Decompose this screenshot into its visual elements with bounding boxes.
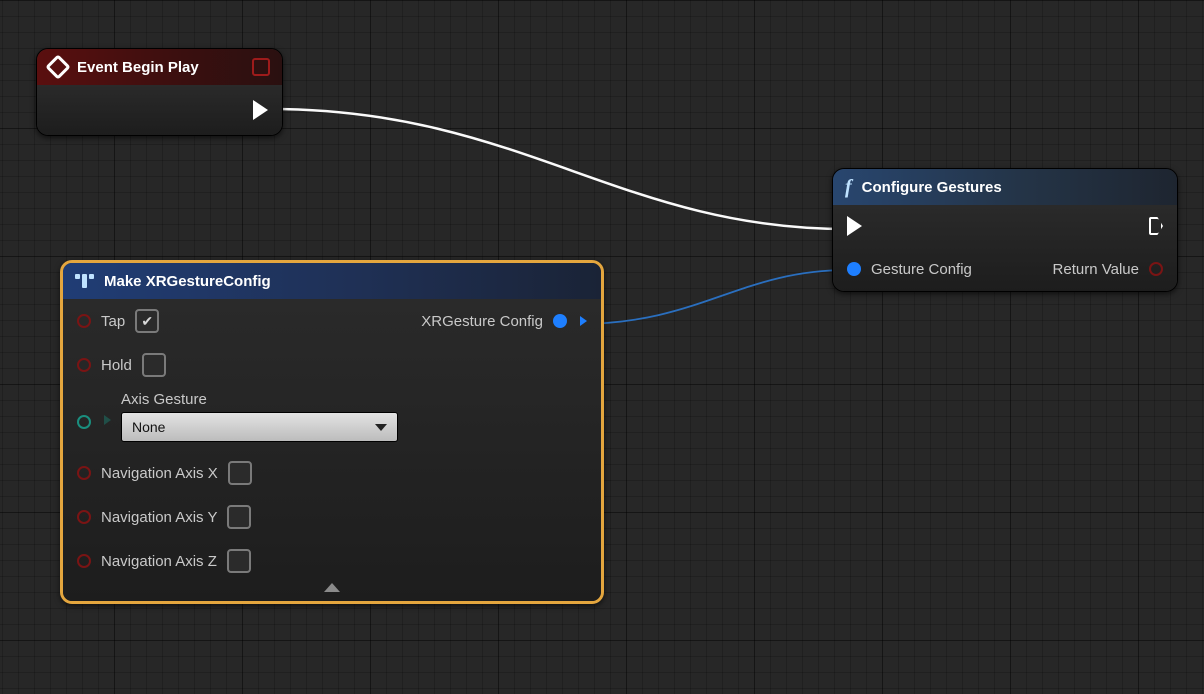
- input-pin-hold[interactable]: [77, 358, 91, 372]
- exec-out-pin[interactable]: [253, 100, 268, 120]
- node-configure-gestures[interactable]: f Configure Gestures Gesture Config Retu…: [832, 168, 1178, 292]
- node-title: Event Begin Play: [77, 59, 199, 76]
- input-label-hold: Hold: [101, 357, 132, 374]
- node-header[interactable]: Make XRGestureConfig: [63, 263, 601, 299]
- checkbox-nav-x[interactable]: [228, 461, 252, 485]
- make-struct-icon: [75, 274, 94, 288]
- node-event-begin-play[interactable]: Event Begin Play: [36, 48, 283, 136]
- input-label-nav-z: Navigation Axis Z: [101, 553, 217, 570]
- node-header[interactable]: f Configure Gestures: [833, 169, 1177, 205]
- node-header[interactable]: Event Begin Play: [37, 49, 282, 85]
- output-label: Return Value: [1053, 261, 1139, 278]
- input-pin-nav-x[interactable]: [77, 466, 91, 480]
- function-icon: f: [845, 176, 852, 199]
- event-icon: [45, 54, 70, 79]
- input-label-nav-x: Navigation Axis X: [101, 465, 218, 482]
- input-label-axis: Axis Gesture: [121, 391, 398, 408]
- exec-out-pin[interactable]: [1149, 217, 1163, 235]
- enum-pin-arrow: [104, 415, 111, 425]
- dropdown-value: None: [132, 419, 165, 435]
- input-pin-nav-z[interactable]: [77, 554, 91, 568]
- input-label-nav-y: Navigation Axis Y: [101, 509, 217, 526]
- node-title: Configure Gestures: [862, 179, 1002, 196]
- chevron-down-icon: [375, 424, 387, 431]
- wire-gesture-config: [578, 270, 848, 324]
- blueprint-canvas[interactable]: { "event_node": { "title": "Event Begin …: [0, 0, 1204, 694]
- wire-exec: [270, 109, 846, 229]
- checkbox-nav-y[interactable]: [227, 505, 251, 529]
- exec-in-pin[interactable]: [847, 216, 862, 236]
- input-pin-nav-y[interactable]: [77, 510, 91, 524]
- input-label-tap: Tap: [101, 313, 125, 330]
- input-pin-gesture-config[interactable]: [847, 262, 861, 276]
- expand-pins-toggle[interactable]: [63, 583, 601, 601]
- input-label: Gesture Config: [871, 261, 972, 278]
- input-pin-tap[interactable]: [77, 314, 91, 328]
- node-title: Make XRGestureConfig: [104, 273, 271, 290]
- output-pin-arrow: [580, 316, 587, 326]
- output-label: XRGesture Config: [421, 313, 543, 330]
- checkbox-hold[interactable]: [142, 353, 166, 377]
- checkbox-tap[interactable]: [135, 309, 159, 333]
- delegate-pin[interactable]: [252, 58, 270, 76]
- input-pin-axis-gesture[interactable]: [77, 415, 91, 429]
- node-make-xrgestureconfig[interactable]: Make XRGestureConfig Tap XRGesture Confi…: [60, 260, 604, 604]
- output-pin-xrgesture-config[interactable]: [553, 314, 567, 328]
- output-pin-return-value[interactable]: [1149, 262, 1163, 276]
- dropdown-axis-gesture[interactable]: None: [121, 412, 398, 442]
- checkbox-nav-z[interactable]: [227, 549, 251, 573]
